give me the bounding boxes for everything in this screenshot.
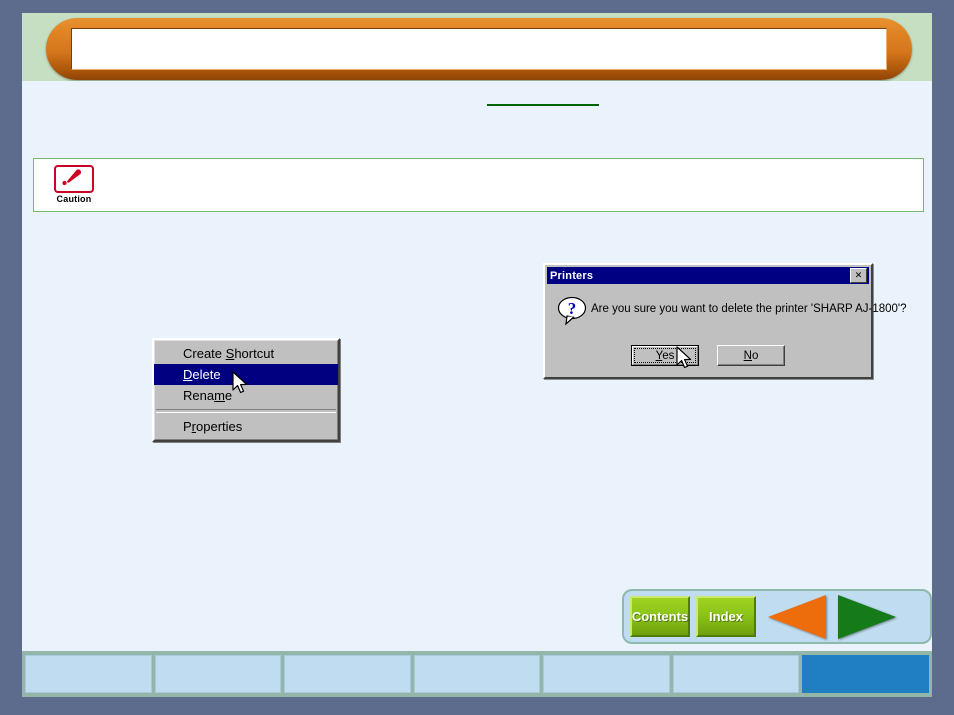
dialog-titlebar[interactable]: Printers ✕ [547, 267, 869, 284]
no-button-label: No [743, 349, 759, 362]
dialog-title: Printers [550, 269, 594, 282]
tab-4[interactable] [413, 655, 541, 693]
triangle-left-icon [768, 594, 826, 639]
previous-page-button[interactable] [762, 594, 832, 639]
no-button[interactable]: No [717, 345, 785, 366]
question-mark-icon: ? [557, 295, 591, 332]
help-viewer-page: Caution Create Shortcut Delete Rename Pr… [0, 0, 954, 715]
yes-button-label: Yes [655, 349, 675, 362]
printers-confirm-dialog[interactable]: Printers ✕ ? Are you sure you want to de… [543, 263, 907, 379]
dialog-body: ? Are you sure you want to delete the pr… [545, 284, 907, 335]
caution-box: Caution [33, 158, 924, 212]
menu-item-label: Delete [183, 367, 221, 382]
menu-item-label: Create Shortcut [183, 346, 275, 361]
page-title [71, 28, 887, 70]
triangle-right-icon [838, 594, 896, 639]
tab-2[interactable] [154, 655, 282, 693]
title-pill-bar [46, 18, 912, 80]
tab-7[interactable] [802, 655, 930, 693]
dialog-button-row: Yes No [545, 335, 871, 377]
navigation-panel: Contents Index [622, 589, 932, 644]
caution-exclamation-icon [54, 165, 94, 193]
tab-1[interactable] [25, 655, 152, 693]
menu-item-label: Properties [183, 419, 243, 434]
next-page-button[interactable] [832, 594, 902, 639]
menu-item-properties[interactable]: Properties [154, 416, 338, 437]
section-heading [487, 88, 599, 106]
tab-3[interactable] [284, 655, 411, 693]
caution-label: Caution [56, 194, 92, 204]
menu-item-rename[interactable]: Rename [154, 385, 338, 406]
svg-text:?: ? [568, 299, 577, 318]
context-menu[interactable]: Create Shortcut Delete Rename Properties [152, 338, 340, 442]
menu-item-create-shortcut[interactable]: Create Shortcut [154, 343, 338, 364]
tab-6[interactable] [672, 655, 800, 693]
caution-icon-group: Caution [51, 165, 97, 204]
menu-separator [156, 409, 336, 413]
tab-5[interactable] [543, 655, 670, 693]
bottom-tab-strip [22, 651, 932, 697]
close-icon[interactable]: ✕ [850, 268, 867, 283]
contents-button[interactable]: Contents [630, 596, 690, 637]
menu-item-label: Rename [183, 388, 233, 403]
yes-button[interactable]: Yes [631, 345, 699, 366]
dialog-message: Are you sure you want to delete the prin… [591, 303, 907, 315]
index-button[interactable]: Index [696, 596, 756, 637]
menu-item-delete[interactable]: Delete [154, 364, 338, 385]
